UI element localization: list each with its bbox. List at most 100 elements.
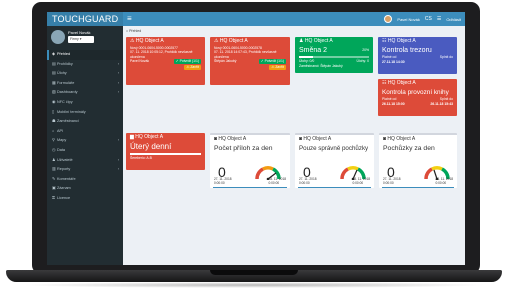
sidebar-item-label: Zaměstnanci [57, 119, 79, 124]
sidebar-item-label: Prohlídky [57, 61, 73, 66]
kpi-time-from: 0:00:00 [383, 181, 394, 186]
sidebar-item-label: Přehled [57, 52, 71, 56]
sidebar-item-15[interactable]: ⚿ Licence [47, 194, 123, 204]
kpi-time-to: 0:00:00 [435, 181, 447, 186]
sidebar-item-11[interactable]: ♟ Uživatelé ‹ [47, 156, 123, 166]
sidebar-item-7[interactable]: ☗ Zaměstnanci [47, 117, 123, 127]
valid-from-value: 27.11.18 14:30 [382, 59, 405, 64]
card-title: HQ Object A [218, 136, 247, 142]
shift-person: Zaměstnanci: Štěpán Jakubý [299, 63, 343, 68]
close-button[interactable]: ⚠ Zavřít [269, 65, 286, 71]
kpi-bar [382, 186, 454, 188]
sidebar-item-12[interactable]: ▥Reporty ‹ [47, 165, 123, 175]
sidebar-item-5[interactable]: ◉ NFC čipy [47, 98, 123, 108]
chevron-icon: ‹ [117, 80, 119, 85]
sidebar-item-2[interactable]: ▤Úlohy ‹ [47, 69, 123, 79]
kpi-title: Pouze správně pochůzky [299, 145, 369, 152]
card-title: HQ Object A [304, 38, 333, 44]
card-title: HQ Object A [387, 136, 416, 142]
task-title: Kontrola provozní knihy [382, 89, 449, 96]
chevron-icon: ‹ [117, 90, 119, 95]
alert-card-2[interactable]: ⚠ HQ Object A Nový 0001-0604-5000-000257… [210, 37, 290, 85]
sidebar-item-label: API [57, 128, 64, 133]
sidebar-item-14[interactable]: ▣Záznam [47, 184, 123, 194]
sidebar-item-13[interactable]: ✎ Komentáře [47, 175, 123, 185]
sidebar-item-label: Dashboardy [57, 90, 78, 95]
sidebar-item-label: Úlohy [57, 71, 67, 76]
user-avatar [51, 30, 65, 44]
sidebar-item-label: Uživatelé [57, 157, 73, 162]
close-button[interactable]: ⚠ Zavřít [184, 65, 201, 71]
kpi-time-to: 0:00:00 [352, 181, 364, 186]
task-card-blue[interactable]: ☷ HQ Object A Kontrola trezoru Platné od… [378, 37, 457, 74]
plan-person: Šereberio: A.B [130, 156, 152, 160]
kpi-time-from: 0:00:00 [214, 181, 225, 186]
shift-tasks: Úlohy: 0/0 [299, 59, 315, 63]
chevron-icon: ‹ [117, 61, 119, 66]
sidebar-user: Pavel Novák Firmy ▾ [47, 26, 123, 50]
sidebar-item-label: Záznam [57, 186, 71, 191]
card-person: Pavel Novák [130, 59, 150, 64]
kpi-bar [213, 186, 287, 188]
menu-toggle-icon[interactable]: ≡ [127, 13, 132, 25]
task-card-red[interactable]: ☷ HQ Object A Kontrola provozní knihy Pl… [378, 79, 457, 116]
plan-card[interactable]: ▆ HQ Object A Úterý denní Šereberio: A.B [126, 133, 205, 170]
confirm-button[interactable]: ✓ Potvrdit (1/1) [258, 59, 286, 65]
shift-card[interactable]: ♟ HQ Object A Směna 2 20% Úlohy: 0/0 Úlohy… [295, 37, 373, 73]
card-title: HQ Object A [387, 38, 416, 44]
sidebar-item-label: Licence [57, 195, 71, 200]
sidebar-item-9[interactable]: ⚲ Mapy ‹ [47, 136, 123, 146]
sidebar-item-6[interactable]: ▯ Mobilní terminály [47, 108, 123, 118]
sidebar-item-label: Komentáře [57, 176, 76, 181]
kpi-time-from: 0:00:00 [299, 181, 310, 186]
due-label: Splnit do [439, 55, 453, 59]
card-title: HQ Object A [219, 38, 248, 44]
sidebar-item-label: Data [57, 147, 66, 152]
sidebar-item-label: Mapy [57, 138, 67, 143]
brand-logo[interactable]: TOUCHGUARD [47, 12, 123, 26]
chevron-icon: ‹ [117, 167, 119, 172]
topbar-right: Pavel Novák CS ☰ Odhlásit [384, 12, 461, 26]
app-screen: TOUCHGUARD ≡ Pavel Novák CS ☰ Odhlásit P… [47, 12, 465, 265]
top-navbar: TOUCHGUARD ≡ Pavel Novák CS ☰ Odhlásit [47, 12, 465, 26]
kpi-time-to: 0:00:00 [268, 181, 280, 186]
kpi-title: Počet příloh za den [214, 145, 273, 152]
chevron-icon: ‹ [117, 157, 119, 162]
breadcrumb[interactable]: ⌂ Přehled [126, 29, 141, 33]
due-value: 26.11.18 15:43 [430, 101, 453, 106]
card-title: HQ Object A [303, 136, 332, 142]
avatar-icon[interactable] [384, 15, 393, 23]
sidebar-item-label: NFC čipy [57, 99, 73, 104]
alert-card-1[interactable]: ⚠ HQ Object A Nový 0001-0604-5000-000257… [126, 37, 205, 85]
card-title: HQ Object A [135, 38, 164, 44]
sidebar-menu: ◈ Přehled ▤Prohlídky ‹ ▤Úlohy ‹ ▦Formuláře ‹ ▧Da… [47, 50, 123, 204]
sidebar-item-1[interactable]: ▤Prohlídky ‹ [47, 60, 123, 70]
menu-icon[interactable]: ☰ [437, 16, 441, 22]
valid-from-value: 26.11.18 15:00 [382, 101, 405, 106]
card-title: HQ Object A [387, 80, 416, 86]
plan-title: Úterý denní [130, 142, 172, 151]
kpi-card-2[interactable]: ◙ HQ Object A Pouze správně pochůzky 0 2… [295, 133, 374, 188]
kpi-bar [298, 186, 371, 188]
kpi-card-3[interactable]: ◙ HQ Object A Pochůzky za den 0 27. 11. … [379, 133, 457, 188]
sidebar-user-name: Pavel Novák [68, 30, 91, 35]
logout-link[interactable]: Odhlásit [446, 17, 461, 22]
sidebar-item-4[interactable]: ▧Dashboardy ‹ [47, 88, 123, 98]
sidebar-item-10[interactable]: ◷ Data [47, 146, 123, 156]
kpi-card-1[interactable]: ◙ HQ Object A Počet příloh za den 0 27. … [210, 133, 290, 188]
kpi-footer: 27. 11. 2018 0:00:00 28. 11. 2018 0:00:00 [210, 178, 290, 186]
company-select[interactable]: Firmy ▾ [68, 36, 94, 43]
topbar-user-name[interactable]: Pavel Novák [397, 17, 419, 22]
sidebar-item-label: Formuláře [57, 80, 75, 85]
plan-progress [130, 153, 201, 155]
confirm-button[interactable]: ✓ Potvrdit (1/1) [173, 59, 201, 65]
chevron-icon: ‹ [117, 71, 119, 76]
shift-tasks-right: Úlohy: 0 [356, 59, 369, 63]
main-content: ⌂ Přehled ⚠ HQ Object A Nový 0001-0604-5… [123, 26, 465, 265]
language-link[interactable]: CS [425, 16, 432, 22]
sidebar-item-3[interactable]: ▦Formuláře ‹ [47, 79, 123, 89]
sidebar-item-8[interactable]: ⌂ API [47, 127, 123, 137]
shift-percent: 20% [362, 48, 369, 52]
shift-name: Směna 2 [299, 47, 328, 54]
sidebar-item-0[interactable]: ◈ Přehled [47, 50, 123, 60]
